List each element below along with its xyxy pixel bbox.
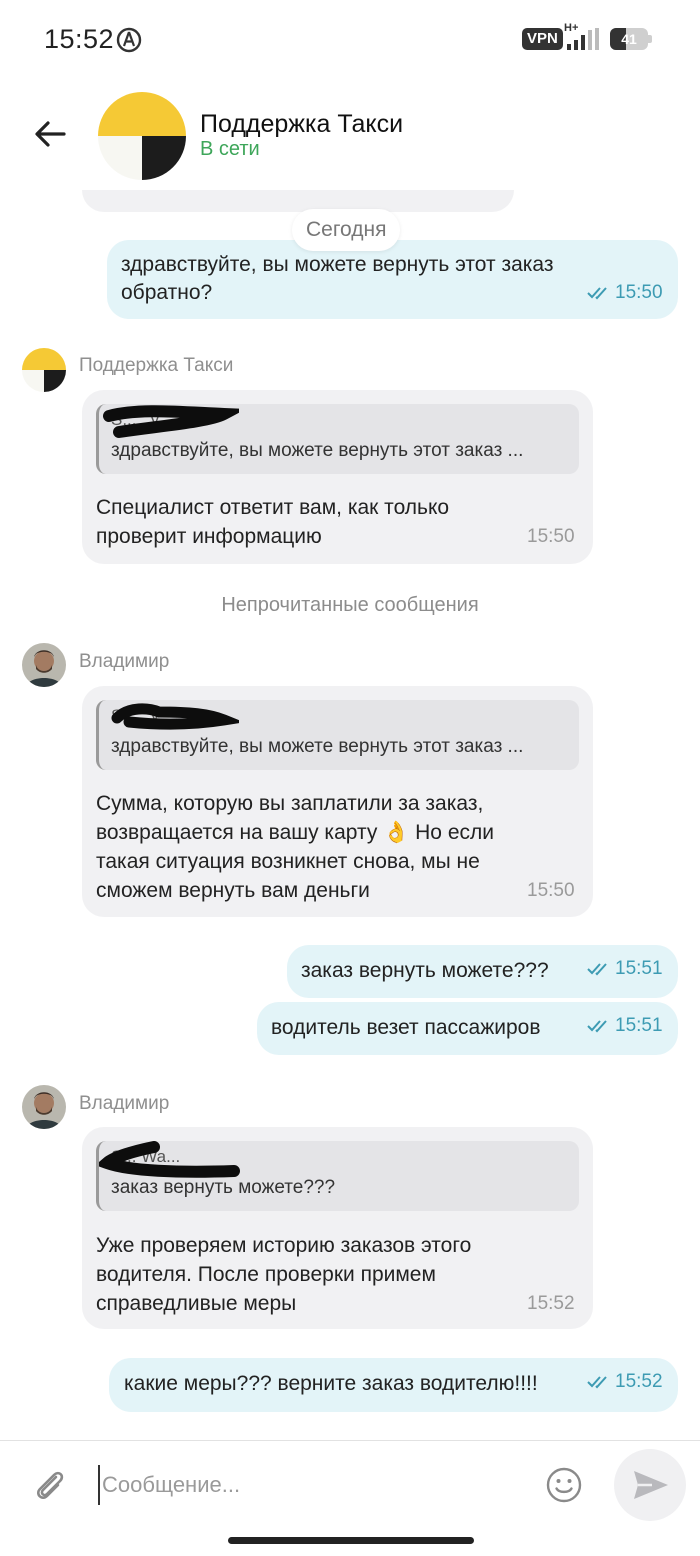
message-text-line: обратно? [121, 281, 213, 304]
sender-name: Владимир [79, 651, 170, 672]
sender-avatar[interactable] [22, 643, 66, 687]
message-time: 15:50 [527, 526, 575, 547]
send-icon [634, 1471, 668, 1499]
online-status: В сети [200, 138, 260, 160]
message-input[interactable] [98, 1465, 518, 1505]
message-time: 15:52 [615, 1371, 663, 1392]
message-text-line: проверит информацию [96, 525, 322, 548]
send-button[interactable] [614, 1449, 686, 1521]
paperclip-icon[interactable] [30, 1465, 70, 1505]
redaction-scribble [103, 405, 239, 438]
chat-avatar[interactable] [98, 92, 186, 180]
sender-avatar[interactable] [22, 1085, 66, 1129]
message-text-line: возвращается на вашу карту 👌 Но если [96, 821, 494, 844]
message-time: 15:51 [615, 1015, 663, 1036]
quote-text: здравствуйте, вы можете вернуть этот зак… [111, 440, 524, 461]
message-text: какие меры??? верните заказ водителю!!!! [124, 1372, 538, 1395]
status-time: 15:52 [44, 24, 115, 54]
outgoing-message[interactable]: здравствуйте, вы можете вернуть этот зак… [107, 240, 678, 319]
vpn-badge: VPN [522, 28, 563, 50]
outgoing-message[interactable]: заказ вернуть можете??? 15:51 [287, 945, 678, 998]
sender-avatar[interactable] [22, 348, 66, 392]
emoji-icon[interactable] [544, 1465, 584, 1505]
message-meta: 15:52 [587, 1371, 663, 1393]
message-text-line: Сумма, которую вы заплатили за заказ, [96, 792, 484, 815]
chat-title: Поддержка Такси [200, 110, 404, 138]
sender-name: Поддержка Такси [79, 355, 234, 376]
battery-level: 41 [621, 31, 637, 47]
message-text: заказ вернуть можете??? [301, 959, 549, 982]
reply-quote[interactable]: S... ..y здравствуйте, вы можете вернуть… [96, 404, 579, 474]
battery-indicator: 41 [610, 28, 652, 50]
location-icon [116, 27, 142, 53]
outgoing-message[interactable]: водитель везет пассажиров 15:51 [257, 1002, 678, 1055]
status-bar: 15:52 VPN H+ 41 [0, 0, 700, 80]
sender-name: Владимир [79, 1093, 170, 1114]
reply-quote[interactable]: S... Wa... заказ вернуть можете??? [96, 1141, 579, 1211]
message-meta: 15:51 [587, 958, 663, 980]
unread-divider: Непрочитанные сообщения [221, 594, 479, 616]
message-text: водитель везет пассажиров [271, 1016, 541, 1039]
message-time: 15:51 [615, 958, 663, 979]
message-time: 15:50 [527, 880, 575, 901]
incoming-message[interactable]: S... Wa... заказ вернуть можете??? Уже п… [82, 1127, 593, 1329]
redaction-scribble [111, 703, 239, 730]
message-text-line: Уже проверяем историю заказов этого [96, 1234, 472, 1257]
outgoing-message[interactable]: какие меры??? верните заказ водителю!!!!… [109, 1358, 678, 1412]
read-ticks-icon [587, 963, 607, 976]
chat-header: Поддержка Такси В сети [0, 80, 700, 190]
reply-quote[interactable]: S... ..y здравствуйте, вы можете вернуть… [96, 700, 579, 770]
date-divider: Сегодня [292, 209, 401, 251]
message-text-line: Специалист ответит вам, как только [96, 496, 450, 519]
signal-icon [567, 28, 599, 50]
incoming-message[interactable]: S... ..y здравствуйте, вы можете вернуть… [82, 390, 593, 564]
message-text-line: такая ситуация возникнет снова, мы не [96, 850, 480, 873]
home-indicator[interactable] [228, 1537, 474, 1544]
message-text-line: водителя. После проверки примем [96, 1263, 436, 1286]
message-time: 15:50 [615, 282, 663, 303]
read-ticks-icon [587, 287, 607, 300]
read-ticks-icon [587, 1020, 607, 1033]
quote-text: здравствуйте, вы можете вернуть этот зак… [111, 736, 524, 757]
back-arrow-icon[interactable] [28, 112, 72, 156]
message-text-line: справедливые меры [96, 1292, 297, 1315]
message-text-line: сможем вернуть вам деньги [96, 879, 370, 902]
message-meta: 15:51 [587, 1015, 663, 1037]
read-ticks-icon [587, 1376, 607, 1389]
incoming-message[interactable]: S... ..y здравствуйте, вы можете вернуть… [82, 686, 593, 917]
quote-text: заказ вернуть можете??? [111, 1177, 336, 1198]
message-text-line: здравствуйте, вы можете вернуть этот зак… [121, 253, 554, 276]
message-meta: 15:50 [587, 282, 663, 304]
message-time: 15:52 [527, 1293, 575, 1314]
